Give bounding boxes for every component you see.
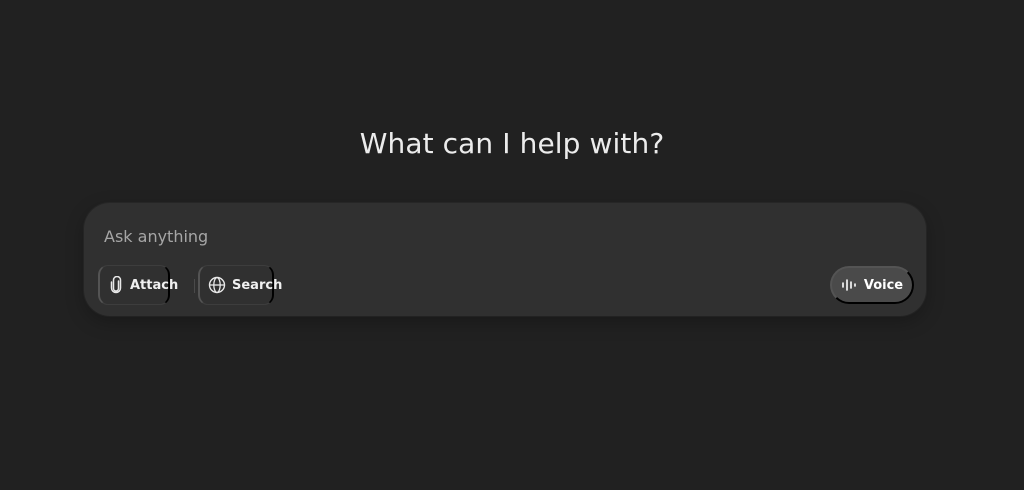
voice-label: Voice [863,277,904,293]
waveform-icon [841,278,857,292]
attach-label: Attach [130,277,179,293]
paperclip-icon [108,276,124,294]
search-button[interactable]: Search [198,265,282,305]
chat-home: What can I help with? Attach Search [0,0,1024,490]
page-title: What can I help with? [359,127,665,160]
toolbar-divider [194,279,195,293]
globe-icon [208,276,226,294]
composer: Attach Search Voice [84,203,926,316]
attach-button[interactable]: Attach [98,265,178,305]
prompt-input[interactable] [104,223,864,249]
voice-button[interactable]: Voice [830,266,914,304]
search-label: Search [232,277,283,293]
